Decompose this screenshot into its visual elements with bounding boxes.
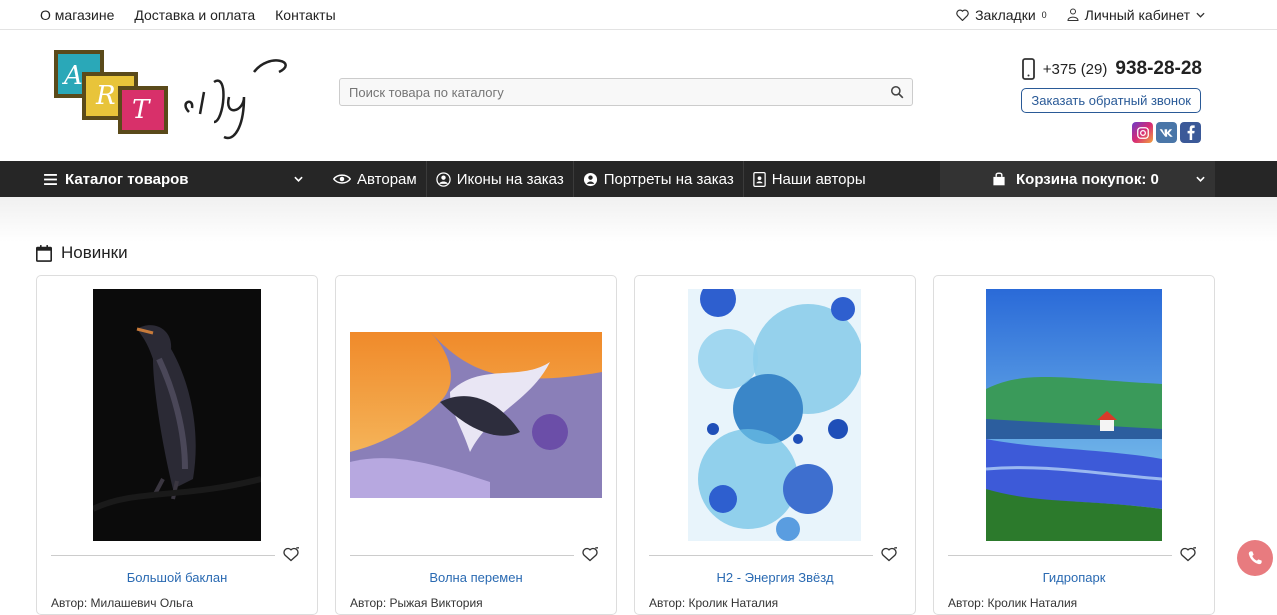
product-author: Автор: Кролик Наталия <box>649 596 779 610</box>
nav-item-icons[interactable]: Иконы на заказ <box>427 161 574 197</box>
product-card[interactable]: Гидропарк Автор: Кролик Наталия <box>933 275 1215 615</box>
nav-shadow <box>0 197 1277 242</box>
calendar-icon <box>36 244 52 262</box>
nav-item-portraits[interactable]: Портреты на заказ <box>574 161 744 197</box>
product-author: Автор: Кролик Наталия <box>948 596 1078 610</box>
nav-item-label: Авторам <box>357 170 417 188</box>
nav-item-our-authors[interactable]: Наши авторы <box>744 161 875 197</box>
callback-button[interactable]: Заказать обратный звонок <box>1021 88 1201 113</box>
product-author: Автор: Милашевич Ольга <box>51 596 194 610</box>
bookmark-heart-icon[interactable] <box>1180 547 1196 562</box>
social-links <box>1132 122 1201 143</box>
cart-button[interactable]: Корзина покупок: 0 <box>940 161 1215 197</box>
phone-icon <box>1248 551 1262 565</box>
nav-item-label: Портреты на заказ <box>603 170 734 188</box>
user-circle-icon <box>583 172 597 186</box>
nav-item-label: Иконы на заказ <box>456 170 564 188</box>
product-title[interactable]: Большой баклан <box>37 570 317 585</box>
svg-text:T: T <box>132 95 151 125</box>
account-label: Личный кабинет <box>1084 6 1190 23</box>
top-bar: О магазине Доставка и оплата Контакты За… <box>0 0 1277 30</box>
product-card[interactable]: Волна перемен Автор: Рыжая Виктория <box>335 275 617 615</box>
chevron-down-icon <box>294 176 303 182</box>
product-image[interactable] <box>350 332 602 498</box>
product-author: Автор: Рыжая Виктория <box>350 596 483 610</box>
svg-text:R: R <box>95 81 116 111</box>
card-divider <box>649 555 873 556</box>
product-image[interactable] <box>93 289 261 541</box>
section-title-text: Новинки <box>61 243 128 262</box>
eye-icon <box>333 174 351 184</box>
instagram-icon[interactable] <box>1132 122 1153 143</box>
product-grid: Большой баклан Автор: Милашевич Ольга Во… <box>36 275 1215 615</box>
cart-label: Корзина покупок: 0 <box>1016 170 1159 188</box>
product-image[interactable] <box>986 289 1162 541</box>
bookmark-heart-icon[interactable] <box>283 547 299 562</box>
nav-item-label: Наши авторы <box>771 170 866 188</box>
id-card-icon <box>752 171 766 187</box>
phone-block[interactable]: +375 (29) 938-28-28 <box>1021 58 1202 80</box>
top-right: Закладки 0 Личный кабинет <box>956 7 1237 23</box>
hamburger-icon <box>44 173 57 185</box>
link-contacts[interactable]: Контакты <box>275 7 335 23</box>
link-about[interactable]: О магазине <box>40 7 114 23</box>
search-icon <box>890 85 904 99</box>
link-delivery[interactable]: Доставка и оплата <box>134 7 255 23</box>
bookmarks-label: Закладки <box>975 6 1036 23</box>
phone-prefix: +375 (29) <box>1042 60 1108 78</box>
mobile-phone-icon <box>1021 58 1035 80</box>
catalog-label: Каталог товаров <box>65 170 189 188</box>
chevron-down-icon <box>1196 176 1205 182</box>
card-divider <box>51 555 275 556</box>
catalog-menu-button[interactable]: Каталог товаров <box>0 161 313 197</box>
product-image[interactable] <box>688 289 861 541</box>
vk-icon[interactable] <box>1156 122 1177 143</box>
main-nav: Каталог товаров Авторам Иконы на заказ П… <box>0 161 1277 197</box>
section-title: Новинки <box>36 243 128 263</box>
search-bar <box>339 78 913 106</box>
svg-text:A: A <box>62 61 83 91</box>
chevron-down-icon <box>1196 12 1205 18</box>
phone-number: 938-28-28 <box>1115 58 1202 79</box>
search-button[interactable] <box>882 85 912 99</box>
bookmarks-link[interactable]: Закладки 0 <box>956 7 1047 23</box>
product-card[interactable]: H2 - Энергия Звёзд Автор: Кролик Наталия <box>634 275 916 615</box>
bookmarks-count: 0 <box>1041 9 1047 20</box>
user-icon <box>1067 8 1079 21</box>
nav-item-authors[interactable]: Авторам <box>313 161 427 197</box>
bookmark-heart-icon[interactable] <box>582 547 598 562</box>
bookmark-heart-icon[interactable] <box>881 547 897 562</box>
facebook-icon[interactable] <box>1180 122 1201 143</box>
shopping-bag-icon <box>993 172 1005 186</box>
account-link[interactable]: Личный кабинет <box>1067 7 1205 23</box>
header: A R T +375 (29) 938-28-28 Заказать обрат… <box>0 30 1277 161</box>
product-title[interactable]: H2 - Энергия Звёзд <box>635 570 915 585</box>
search-input[interactable] <box>340 84 882 100</box>
product-title[interactable]: Гидропарк <box>934 570 1214 585</box>
user-circle-icon <box>436 171 451 187</box>
top-links: О магазине Доставка и оплата Контакты <box>40 7 336 23</box>
floating-call-button[interactable] <box>1237 540 1273 576</box>
card-divider <box>948 555 1172 556</box>
heart-icon <box>956 9 969 21</box>
card-divider <box>350 555 574 556</box>
product-card[interactable]: Большой баклан Автор: Милашевич Ольга <box>36 275 318 615</box>
site-logo[interactable]: A R T <box>54 42 294 142</box>
product-title[interactable]: Волна перемен <box>336 570 616 585</box>
